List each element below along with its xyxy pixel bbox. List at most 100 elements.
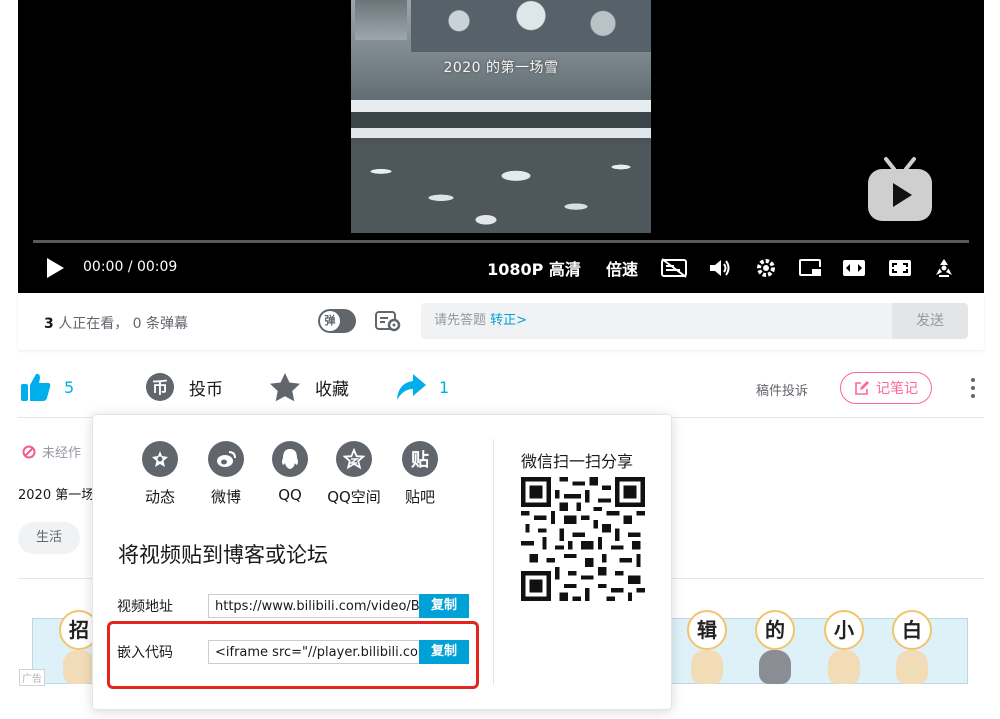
coin-button[interactable]: 币 投币 xyxy=(145,371,223,403)
danmaku-input[interactable]: 请先答题 转正> xyxy=(421,303,893,339)
qr-code-icon xyxy=(521,477,645,601)
video-page: 2020 的第一场雪 00:00 / 00:09 1080P 高清 倍速 3 人… xyxy=(0,0,1000,719)
cat-body-icon xyxy=(759,650,791,684)
fullscreen-button[interactable] xyxy=(930,250,958,286)
collect-label: 收藏 xyxy=(315,379,349,400)
progress-bar[interactable] xyxy=(33,240,969,243)
send-danmaku-button[interactable]: 发送 xyxy=(892,303,968,339)
watching-text: 人正在看， xyxy=(58,316,129,332)
ad-char-2: 辑 xyxy=(687,610,727,650)
danmaku-bar: 3 人正在看， 0 条弹幕 弹 请先答题 转正> 发送 xyxy=(18,293,984,350)
ad-cat-2: 辑 xyxy=(685,610,729,688)
frame-building xyxy=(355,0,407,40)
video-url-row: 视频地址 复制 xyxy=(117,593,469,619)
note-edit-icon xyxy=(855,381,869,395)
frame-wall-bottom xyxy=(351,128,651,138)
svg-text:币: 币 xyxy=(152,378,168,397)
time-separator: / xyxy=(127,259,133,275)
dynamic-icon xyxy=(142,441,178,477)
danmaku-input-placeholder: 请先答题 xyxy=(434,313,487,328)
share-weibo-label: 微博 xyxy=(210,488,241,506)
watching-info: 3 人正在看， 0 条弹幕 xyxy=(44,313,188,333)
video-url-label: 视频地址 xyxy=(117,599,173,615)
tieba-icon: 贴 xyxy=(402,441,438,477)
ad-char-5: 白 xyxy=(892,610,932,650)
settings-button[interactable] xyxy=(752,250,780,286)
subtitle-off-icon xyxy=(661,258,687,278)
cat-body-icon xyxy=(896,650,928,684)
subtitle-button[interactable] xyxy=(658,250,690,286)
share-qq[interactable]: QQ xyxy=(259,441,321,507)
pip-button[interactable] xyxy=(796,250,824,286)
video-caption: 2020 的第一场雪 xyxy=(443,60,559,76)
highlight-box xyxy=(107,621,479,689)
web-fullscreen-icon xyxy=(889,260,911,276)
ad-label: 广告 xyxy=(19,669,45,686)
webfullscreen-button[interactable] xyxy=(886,250,914,286)
share-dynamic-label: 动态 xyxy=(144,488,175,506)
copy-url-button[interactable]: 复制 xyxy=(419,594,469,618)
share-dynamic[interactable]: 动态 xyxy=(127,441,193,507)
cat-body-icon xyxy=(691,650,723,684)
tieba-glyph: 贴 xyxy=(411,450,429,471)
widescreen-icon xyxy=(843,260,865,276)
share-tieba-label: 贴吧 xyxy=(404,488,435,506)
qzone-icon xyxy=(336,441,372,477)
share-popup: 动态 微博 QQ QQ空间 贴 贴吧 将视频贴到博客或论坛 视频地址 https… xyxy=(92,414,672,710)
quality-button[interactable]: 1080P 高清 xyxy=(486,250,582,286)
cat-body-icon xyxy=(63,650,95,684)
share-qzone-label: QQ空间 xyxy=(327,488,381,506)
danmaku-count: 0 xyxy=(132,316,142,332)
danmaku-settings-icon[interactable] xyxy=(375,310,401,332)
qq-icon xyxy=(272,441,308,477)
share-weibo[interactable]: 微博 xyxy=(193,441,259,507)
cat-body-icon xyxy=(828,650,860,684)
danmaku-text: 条弹幕 xyxy=(146,316,189,332)
no-reprint-icon xyxy=(22,445,36,458)
share-targets: 动态 微博 QQ QQ空间 贴 贴吧 xyxy=(127,441,453,507)
play-button[interactable] xyxy=(42,250,68,286)
ad-cat-4: 小 xyxy=(822,610,866,688)
frame-trees xyxy=(411,0,651,52)
share-qq-label: QQ xyxy=(278,486,302,504)
thumbs-up-icon xyxy=(21,373,51,401)
like-count: 5 xyxy=(64,377,75,397)
widescreen-button[interactable] xyxy=(840,250,868,286)
report-link[interactable]: 稿件投诉 xyxy=(756,380,808,399)
speed-button[interactable]: 倍速 xyxy=(602,250,642,286)
video-player[interactable]: 2020 的第一场雪 00:00 / 00:09 1080P 高清 倍速 xyxy=(18,0,984,293)
player-controls: 00:00 / 00:09 1080P 高清 倍速 xyxy=(18,250,984,288)
share-count: 1 xyxy=(439,377,450,397)
collect-button[interactable]: 收藏 xyxy=(269,371,349,403)
embed-title: 将视频贴到博客或论坛 xyxy=(118,543,328,567)
video-url-field[interactable] xyxy=(208,594,419,618)
take-notes-button[interactable]: 记笔记 xyxy=(840,372,932,404)
volume-button[interactable] xyxy=(706,250,734,286)
more-options-icon[interactable] xyxy=(964,376,982,400)
tag-life[interactable]: 生活 xyxy=(18,522,80,554)
video-frame[interactable]: 2020 的第一场雪 xyxy=(351,0,651,233)
become-member-link[interactable]: 转正> xyxy=(490,313,527,328)
like-button[interactable]: 5 xyxy=(20,371,74,403)
time-current: 00:00 xyxy=(83,259,124,275)
share-button[interactable]: 1 xyxy=(395,371,449,403)
ad-cat-3: 的 xyxy=(753,610,797,688)
share-qzone[interactable]: QQ空间 xyxy=(321,441,387,507)
danmaku-toggle-knob: 弹 xyxy=(320,311,340,331)
share-tieba[interactable]: 贴 贴吧 xyxy=(387,441,453,507)
fullscreen-icon xyxy=(936,259,952,277)
frame-wall-mid xyxy=(351,112,651,128)
frame-water xyxy=(351,145,651,233)
ad-cat-5: 白 xyxy=(890,610,934,688)
picture-in-picture-icon xyxy=(799,259,821,276)
time-display: 00:00 / 00:09 xyxy=(83,259,177,275)
ad-char-4: 小 xyxy=(824,610,864,650)
danmaku-toggle[interactable]: 弹 xyxy=(318,309,356,333)
frame-wall-top xyxy=(351,100,651,112)
coin-label: 投币 xyxy=(189,379,223,400)
gear-icon xyxy=(757,259,775,277)
bilibili-tv-icon xyxy=(868,157,932,221)
video-description: 2020 第一场 xyxy=(18,488,95,503)
weibo-icon xyxy=(208,441,244,477)
coin-icon: 币 xyxy=(146,373,174,401)
